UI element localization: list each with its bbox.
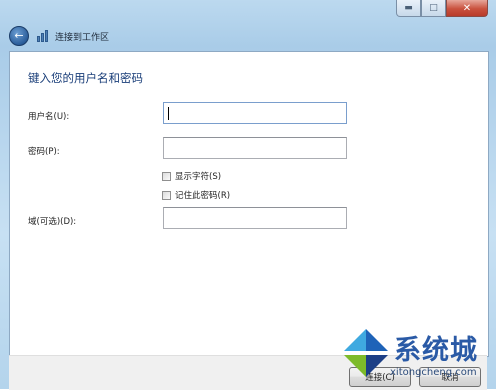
close-button[interactable]: ✕ (446, 0, 488, 17)
password-field[interactable] (163, 137, 347, 159)
content-panel: 键入您的用户名和密码 用户名(U): 密码(P): 显示字符(S) 记住此密码(… (9, 51, 489, 357)
back-arrow-icon: ← (14, 29, 24, 42)
minimize-button[interactable]: ▬ (396, 0, 421, 17)
username-label: 用户名(U): (28, 112, 70, 122)
dialog-window: ▬ □ ✕ ← 连接到工作区 键入您的用户名和密码 用户名(U): 密码(P): (0, 0, 496, 390)
page-heading: 键入您的用户名和密码 (28, 71, 143, 85)
show-characters-checkbox[interactable]: 显示字符(S) (162, 170, 221, 182)
watermark-logo: 系统城 xitongcheng.com (336, 325, 494, 387)
remember-password-checkbox[interactable]: 记住此密码(R) (162, 189, 230, 201)
window-title: 连接到工作区 (55, 32, 110, 43)
watermark-url: xitongcheng.com (390, 367, 477, 378)
windows-logo-icon (344, 329, 388, 377)
caption-buttons: ▬ □ ✕ (396, 0, 488, 17)
username-field[interactable] (163, 102, 347, 124)
maximize-button[interactable]: □ (421, 0, 446, 17)
show-characters-label: 显示字符(S) (175, 172, 222, 182)
navigation-bar: ← 连接到工作区 (9, 25, 109, 47)
close-icon: ✕ (462, 2, 472, 14)
text-caret (168, 107, 169, 120)
watermark-brand: 系统城 (394, 335, 478, 366)
minimize-icon: ▬ (404, 3, 413, 13)
domain-field[interactable] (163, 207, 347, 229)
checkbox-box[interactable] (162, 190, 171, 200)
maximize-icon: □ (429, 3, 438, 13)
back-button[interactable]: ← (9, 26, 29, 46)
checkbox-box[interactable] (162, 171, 171, 181)
domain-label: 域(可选)(D): (28, 217, 77, 227)
remember-password-label: 记住此密码(R) (175, 191, 231, 201)
network-icon (37, 30, 50, 42)
password-label: 密码(P): (28, 147, 60, 157)
